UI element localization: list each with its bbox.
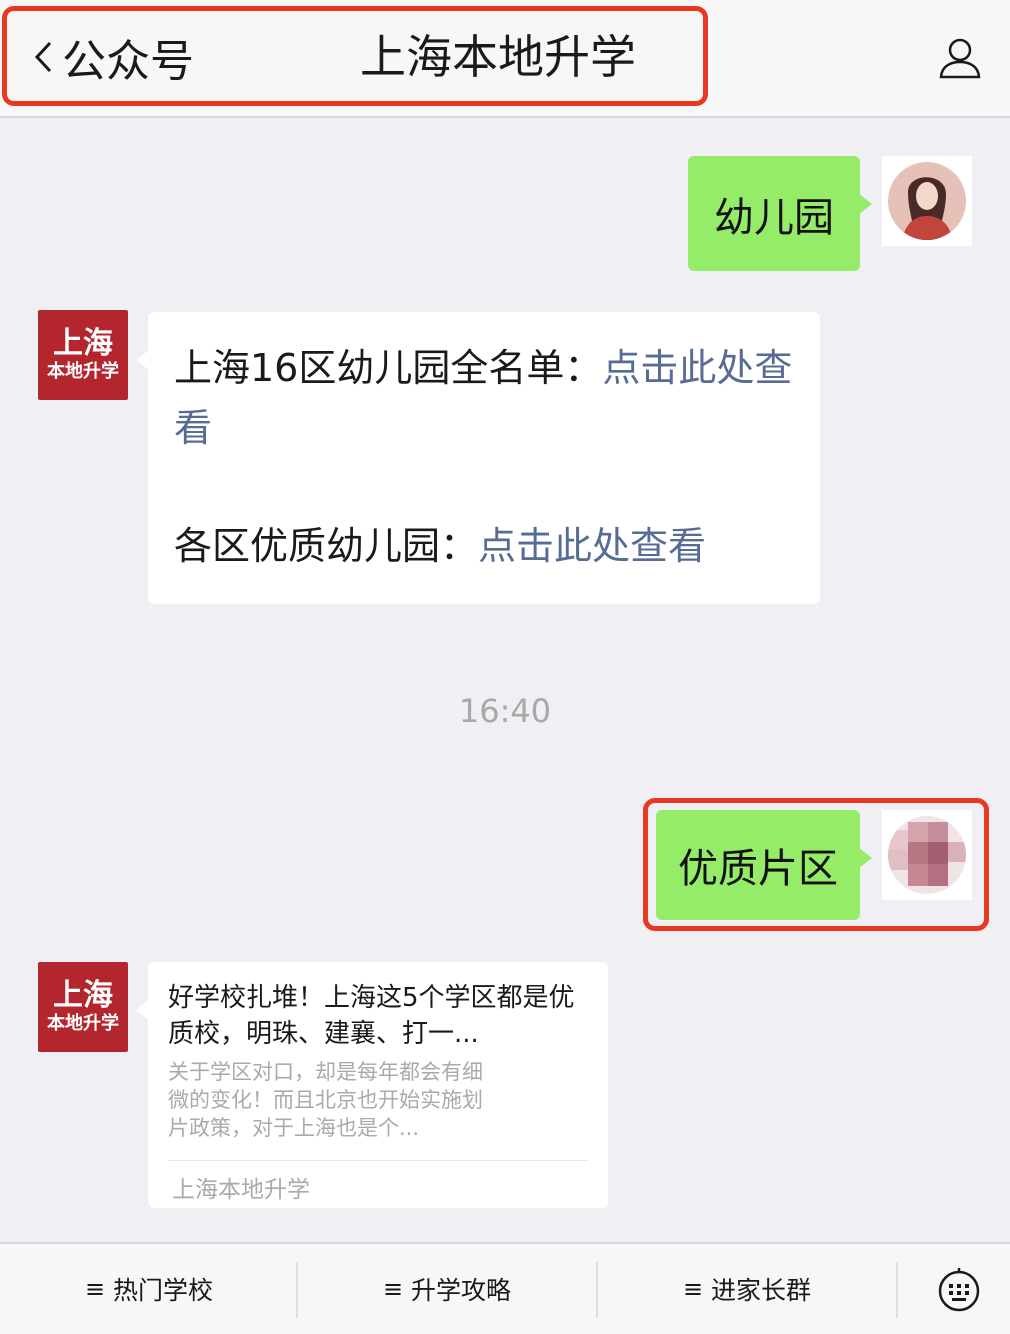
bottom-menu-bar: ≡ 热门学校 ≡ 升学攻略 ≡ 进家长群 [0,1242,1010,1334]
article-card[interactable]: 好学校扎堆！上海这5个学区都是优质校，明珠、建襄、打一... 关于学区对口，却是… [136,962,608,1208]
menu-hot-schools[interactable]: ≡ 热门学校 [0,1244,298,1334]
message-text: 各区优质幼儿园：点击此处查看 [174,516,804,576]
article-source: 上海本地升学 [172,1177,310,1203]
menu-lines-icon: ≡ [382,1275,404,1303]
avatar-image [888,162,966,240]
org-avatar-line1: 上海 [53,978,113,1013]
menu-label: 升学攻略 [411,1276,512,1305]
highlight-box-header [2,6,708,106]
menu-lines-icon: ≡ [84,1275,106,1303]
timestamp: 16:40 [458,692,552,730]
keyboard-icon[interactable] [936,1266,982,1312]
message-line1-text: 上海16区幼儿园全名单： [174,346,603,390]
user-profile-icon[interactable] [938,36,982,80]
menu-join-parent-group[interactable]: ≡ 进家长群 [598,1244,896,1334]
divider [168,1160,588,1161]
message-text: 幼儿园 [714,194,834,241]
org-message-bubble: 上海16区幼儿园全名单：点击此处查看 各区优质幼儿园：点击此处查看 [136,312,820,604]
org-avatar-line2: 本地升学 [47,1013,119,1034]
highlight-box-message [643,798,989,931]
divider [896,1262,898,1318]
menu-lines-icon: ≡ [682,1275,704,1303]
menu-label: 热门学校 [113,1276,214,1305]
message-line2-text: 各区优质幼儿园： [174,524,479,568]
article-summary: 关于学区对口，却是每年都会有细微的变化！而且北京也开始实施划片政策，对于上海也是… [168,1060,483,1140]
menu-label: 进家长群 [711,1276,812,1305]
menu-admission-guide[interactable]: ≡ 升学攻略 [298,1244,596,1334]
org-avatar-line1: 上海 [53,326,113,361]
user-avatar[interactable] [882,156,972,246]
user-message-bubble[interactable]: 幼儿园 [688,156,872,271]
org-avatar-line2: 本地升学 [47,361,119,382]
article-title: 好学校扎堆！上海这5个学区都是优质校，明珠、建襄、打一... [168,983,575,1049]
user-photo-icon [888,162,966,240]
org-avatar[interactable]: 上海 本地升学 [38,310,128,400]
org-avatar[interactable]: 上海 本地升学 [38,962,128,1052]
quality-kindergarten-link[interactable]: 点击此处查看 [478,524,706,568]
message-text: 上海16区幼儿园全名单：点击此处查看 [174,338,804,458]
